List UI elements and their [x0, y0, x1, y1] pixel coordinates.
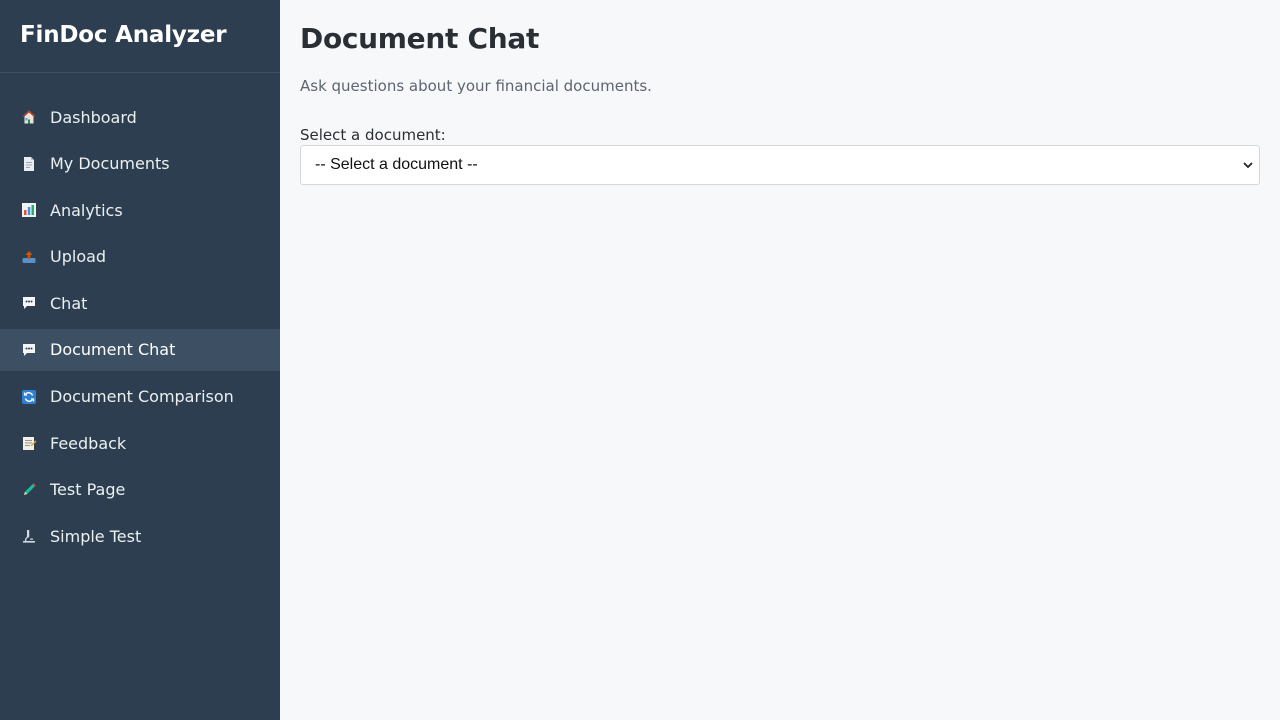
sidebar-item-label: Simple Test [50, 526, 142, 546]
document-select-label: Select a document: [300, 126, 446, 144]
sidebar-item-document-comparison[interactable]: Document Comparison [0, 376, 280, 418]
sidebar-item-simple-test[interactable]: Simple Test [0, 515, 280, 557]
sidebar: FinDoc Analyzer Dashboard My Documents A… [0, 0, 280, 720]
sidebar-item-label: Feedback [50, 433, 127, 453]
memo-icon [20, 434, 38, 452]
sidebar-item-upload[interactable]: Upload [0, 236, 280, 278]
sidebar-item-dashboard[interactable]: Dashboard [0, 96, 280, 138]
sidebar-item-chat[interactable]: Chat [0, 282, 280, 324]
sidebar-item-label: Document Chat [50, 340, 176, 360]
sidebar-item-label: Document Comparison [50, 387, 234, 407]
sidebar-item-label: Upload [50, 247, 107, 267]
page-title: Document Chat [300, 22, 540, 55]
document-select-value: -- Select a document -- [315, 156, 478, 173]
sidebar-item-feedback[interactable]: Feedback [0, 422, 280, 464]
microscope-icon [20, 527, 38, 545]
pencil-icon [20, 481, 38, 499]
sidebar-item-label: Analytics [50, 200, 123, 220]
sidebar-item-document-chat[interactable]: Document Chat [0, 328, 280, 371]
sidebar-item-analytics[interactable]: Analytics [0, 189, 280, 231]
sidebar-item-label: Test Page [50, 480, 126, 500]
chevron-down-icon [1243, 162, 1253, 169]
chat-bubble-icon [20, 294, 38, 312]
document-icon [20, 155, 38, 173]
sidebar-item-label: Dashboard [50, 107, 137, 127]
sidebar-item-my-documents[interactable]: My Documents [0, 143, 280, 185]
document-select[interactable]: -- Select a document -- [300, 145, 1260, 185]
chat-bubble-icon [20, 341, 38, 359]
sidebar-item-test-page[interactable]: Test Page [0, 469, 280, 511]
bar-chart-icon [20, 201, 38, 219]
upload-icon [20, 248, 38, 266]
main-content: Document Chat Ask questions about your f… [280, 0, 1280, 720]
document-select-wrapper: -- Select a document -- [300, 145, 1260, 185]
page-subtitle: Ask questions about your financial docum… [300, 77, 652, 95]
sidebar-item-label: Chat [50, 293, 88, 313]
sidebar-item-label: My Documents [50, 154, 170, 174]
brand-title: FinDoc Analyzer [0, 0, 280, 73]
refresh-icon [20, 388, 38, 406]
sidebar-nav: Dashboard My Documents Analytics Upload [0, 73, 280, 557]
app-shell: FinDoc Analyzer Dashboard My Documents A… [0, 0, 1280, 720]
home-icon [20, 108, 38, 126]
